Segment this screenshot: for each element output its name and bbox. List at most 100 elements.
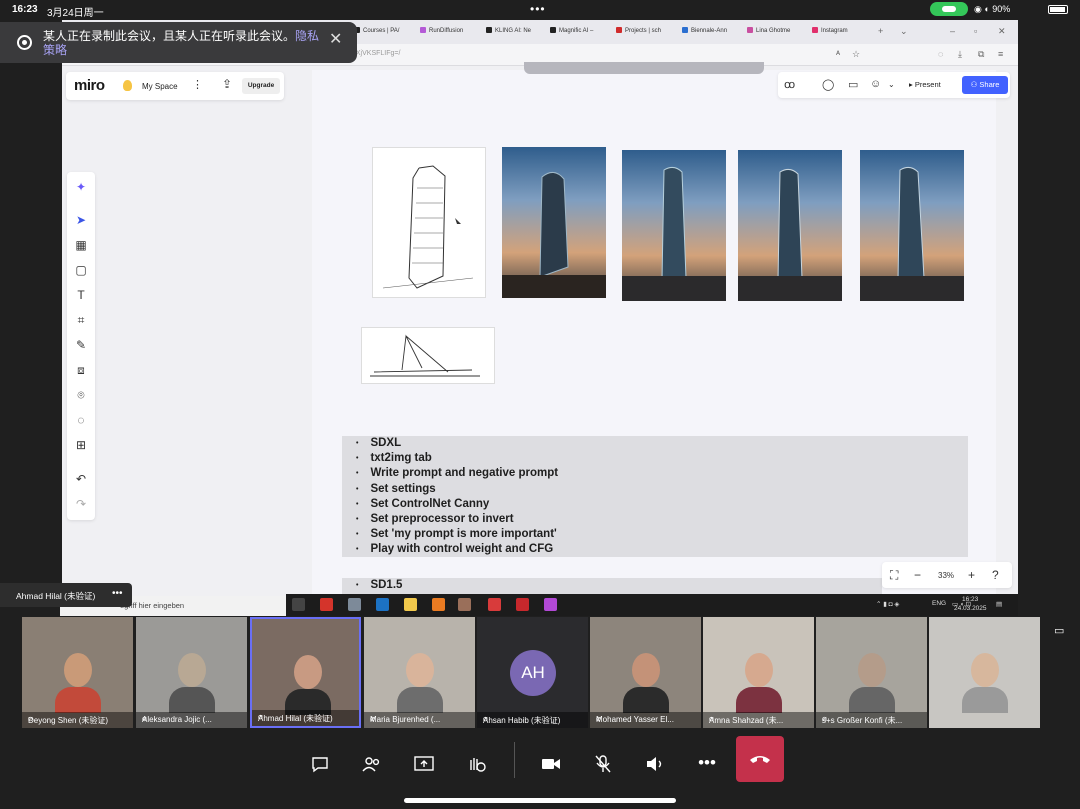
comment-icon[interactable]: ◌ bbox=[67, 413, 95, 427]
translate-icon[interactable]: ᴬ bbox=[836, 49, 840, 59]
zoom-level[interactable]: 33% bbox=[938, 571, 954, 580]
zoom-in-icon[interactable]: + bbox=[968, 568, 975, 582]
ai-sparkle-icon[interactable]: ✦ bbox=[67, 180, 95, 194]
multitask-dots-icon[interactable]: ••• bbox=[530, 2, 546, 16]
bookmark-star-icon[interactable]: ☆ bbox=[852, 49, 860, 60]
active-call-pill-icon[interactable] bbox=[930, 2, 968, 16]
instructions-note[interactable]: SDXL txt2img tab Write prompt and negati… bbox=[342, 436, 968, 557]
acrobat-icon[interactable] bbox=[320, 598, 333, 611]
board-name[interactable]: My Space bbox=[142, 82, 178, 91]
minimize-icon[interactable]: – bbox=[950, 26, 955, 36]
shield-icon[interactable]: ◌ bbox=[938, 49, 943, 59]
undo-icon[interactable]: ↶ bbox=[67, 472, 95, 486]
speaker-icon[interactable] bbox=[640, 748, 670, 778]
roof-sketch-image[interactable] bbox=[361, 327, 495, 384]
new-tab-icon[interactable]: + bbox=[878, 26, 883, 36]
app-icon[interactable] bbox=[458, 598, 471, 611]
lightbulb-icon[interactable] bbox=[123, 80, 132, 91]
camera-icon[interactable] bbox=[536, 748, 566, 778]
person-head bbox=[745, 653, 773, 687]
person-body bbox=[55, 687, 101, 713]
tower-render-image-1[interactable] bbox=[502, 147, 606, 298]
participant-video bbox=[169, 653, 215, 713]
frame-icon[interactable]: ⧈ bbox=[67, 363, 95, 378]
more-options-icon[interactable]: ••• bbox=[112, 588, 123, 599]
participant-tile[interactable]: Mohamed Yasser El... ⌀ bbox=[590, 617, 701, 728]
more-vertical-icon[interactable]: ⋮ bbox=[192, 78, 203, 91]
battery-percent: 90% bbox=[992, 4, 1011, 14]
participants-icon[interactable] bbox=[357, 748, 387, 778]
help-icon[interactable]: ? bbox=[992, 568, 999, 582]
text-icon[interactable]: T bbox=[67, 288, 95, 302]
maximize-icon[interactable]: ▫ bbox=[974, 26, 977, 36]
pen-icon[interactable]: ✎ bbox=[67, 338, 95, 352]
task-view-icon[interactable] bbox=[292, 598, 305, 611]
user-avatar-icon[interactable]: ☺ bbox=[870, 78, 881, 90]
participant-tile[interactable]: Deyong Shen (未验证) ⌀ bbox=[22, 617, 133, 728]
status-date: 3月24日周一 bbox=[47, 8, 104, 19]
present-button[interactable]: ▸ Present bbox=[904, 77, 946, 93]
participant-tile[interactable]: s+s Großer Konfi (未... ⌀ bbox=[816, 617, 927, 728]
export-icon[interactable]: ⇪ bbox=[222, 77, 232, 91]
microphone-muted-icon[interactable] bbox=[588, 748, 618, 778]
close-window-icon[interactable]: ✕ bbox=[998, 26, 1006, 37]
reactions-icon[interactable]: ꝏ bbox=[784, 78, 795, 91]
app-icon[interactable] bbox=[348, 598, 361, 611]
redo-icon[interactable]: ↷ bbox=[67, 497, 95, 511]
select-cursor-icon[interactable]: ➤ bbox=[67, 213, 95, 227]
comment-dots-icon[interactable]: ⌾ bbox=[67, 388, 95, 403]
home-indicator[interactable] bbox=[404, 798, 676, 803]
app-icon[interactable] bbox=[516, 598, 529, 611]
fit-frame-icon[interactable]: ⛶ bbox=[890, 568, 898, 583]
chat-icon[interactable]: ◯ bbox=[822, 78, 834, 91]
more-options-icon[interactable]: ••• bbox=[692, 748, 722, 778]
browser-tab[interactable]: Courses | PA/ bbox=[354, 27, 399, 34]
upgrade-button[interactable]: Upgrade bbox=[242, 78, 280, 94]
powerpoint-icon[interactable] bbox=[488, 598, 501, 611]
miro-logo[interactable]: miro bbox=[74, 77, 105, 94]
shapes-icon[interactable]: ⌗ bbox=[67, 313, 95, 328]
file-explorer-icon[interactable] bbox=[404, 598, 417, 611]
participant-tile[interactable]: Maria Bjurenhed (... ⌀ bbox=[364, 617, 475, 728]
browser-tab[interactable]: Lina Ghotme bbox=[747, 27, 790, 34]
browser-tab[interactable]: Projects | sch bbox=[616, 27, 661, 34]
firefox-icon[interactable] bbox=[432, 598, 445, 611]
chevron-down-icon[interactable]: ⌄ bbox=[888, 80, 895, 89]
tray-icons[interactable]: ⌃ ▮ ◘ ◈ bbox=[876, 600, 899, 608]
add-icon[interactable]: ⊞ bbox=[67, 438, 95, 452]
download-icon[interactable]: ⤓ bbox=[958, 49, 962, 60]
tower-sketch-image[interactable] bbox=[372, 147, 486, 298]
participant-tile[interactable]: AH Ahsan Habib (未验证) ⌀ bbox=[477, 617, 588, 728]
notification-icon[interactable]: ▤ bbox=[996, 600, 1002, 608]
zoom-out-icon[interactable]: − bbox=[914, 568, 921, 582]
templates-icon[interactable]: ▦ bbox=[67, 238, 95, 252]
participant-tile[interactable]: Aleksandra Jojic (... ⌀ bbox=[136, 617, 247, 728]
browser-tab[interactable]: Instagram bbox=[812, 27, 848, 34]
share-button[interactable]: ⚇ Share bbox=[962, 76, 1008, 94]
participant-tile[interactable]: Ahmad Hilal (未验证) ⌀ bbox=[250, 617, 361, 728]
participant-tile[interactable]: Amna Shahzad (未... ⌀ bbox=[703, 617, 814, 728]
tray-language[interactable]: ENG bbox=[932, 600, 946, 607]
browser-tab[interactable]: Biennale-Ann bbox=[682, 27, 727, 34]
share-screen-icon[interactable] bbox=[409, 748, 439, 778]
leave-call-button[interactable] bbox=[736, 736, 784, 782]
tower-render-image-2[interactable] bbox=[622, 150, 726, 301]
browser-tab[interactable]: RunDiffusion bbox=[420, 27, 463, 34]
extensions-icon[interactable]: ⧉ bbox=[978, 49, 984, 60]
video-chat-icon[interactable]: ▭ bbox=[848, 78, 858, 91]
browser-tab[interactable]: KLING AI: Ne bbox=[486, 27, 531, 34]
outlook-icon[interactable] bbox=[376, 598, 389, 611]
tab-list-icon[interactable]: ⌄ bbox=[900, 26, 908, 37]
reactions-hand-icon[interactable] bbox=[461, 748, 491, 778]
chat-icon[interactable] bbox=[305, 748, 335, 778]
close-icon[interactable]: ✕ bbox=[329, 29, 342, 49]
app-icon[interactable] bbox=[544, 598, 557, 611]
tower-render-image-4[interactable] bbox=[860, 150, 964, 301]
person-head bbox=[632, 653, 660, 687]
participant-tile[interactable] bbox=[929, 617, 1040, 728]
address-url[interactable]: uXjVKSFLIFg=/ bbox=[352, 50, 400, 57]
browser-tab[interactable]: Magnific AI – bbox=[550, 27, 593, 34]
menu-icon[interactable]: ≡ bbox=[998, 49, 1003, 59]
sticky-note-icon[interactable]: ▢ bbox=[67, 263, 95, 277]
tower-render-image-3[interactable] bbox=[738, 150, 842, 301]
